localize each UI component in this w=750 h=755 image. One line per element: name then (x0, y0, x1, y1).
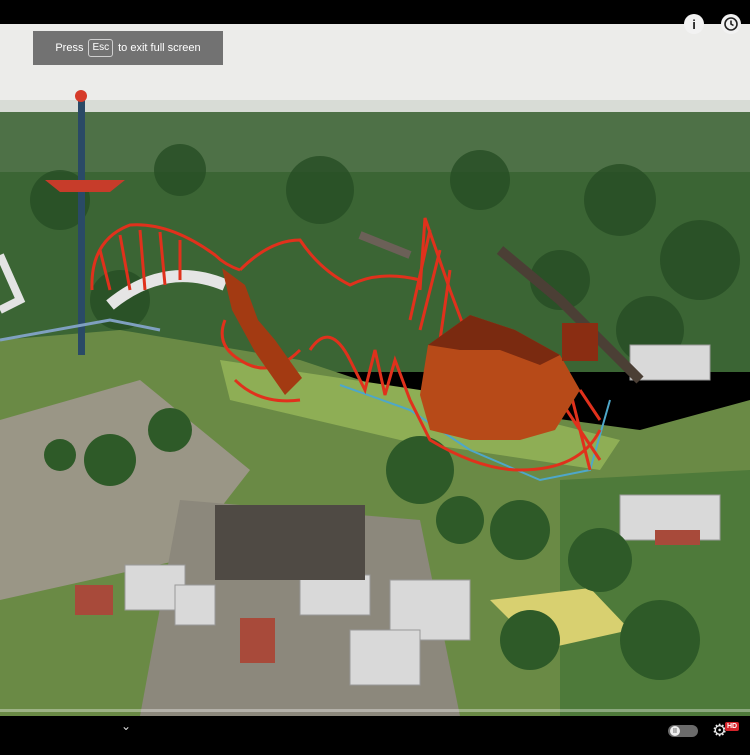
video-stage[interactable] (0, 0, 750, 750)
info-icon[interactable]: i (684, 14, 704, 34)
info-glyph: i (692, 16, 696, 32)
toggle-knob: II (670, 726, 680, 736)
video-frame (0, 24, 750, 716)
hd-badge: HD (725, 722, 740, 731)
seek-bar[interactable] (0, 709, 750, 712)
hint-prefix: Press (55, 42, 84, 54)
autoplay-toggle[interactable]: II (668, 725, 698, 737)
bottom-control-bar (0, 716, 750, 750)
top-letterbox (0, 0, 750, 24)
clock-icon[interactable] (721, 14, 741, 34)
clock-glyph (724, 17, 738, 31)
esc-key: Esc (88, 39, 114, 57)
fullscreen-hint: Press Esc to exit full screen (33, 31, 223, 65)
hint-suffix: to exit full screen (118, 42, 201, 54)
chevron-down-icon[interactable]: ⌄ (121, 719, 131, 733)
